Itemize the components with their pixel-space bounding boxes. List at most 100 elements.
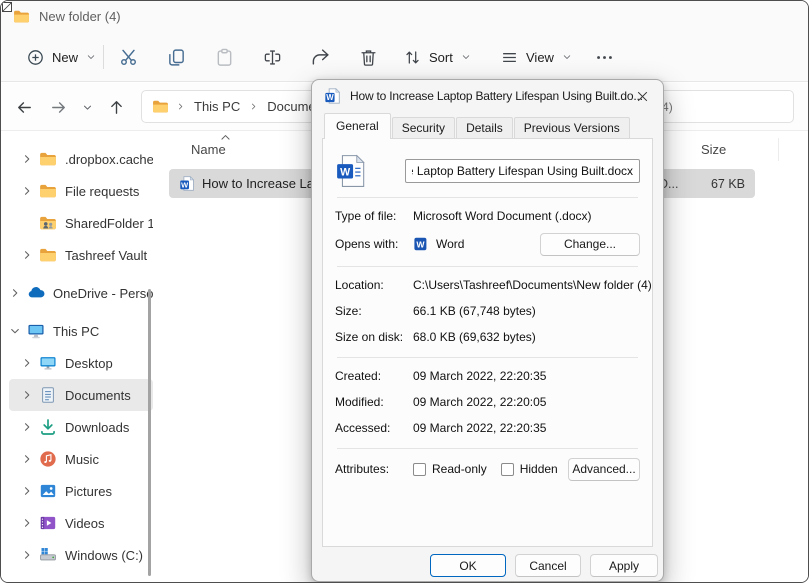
sidebar-item-label: Videos [65, 516, 105, 531]
ok-button[interactable]: OK [430, 554, 506, 577]
properties-dialog: How to Increase Laptop Battery Lifespan … [311, 79, 664, 582]
command-toolbar: New Sort View [1, 31, 808, 82]
sidebar-item-onedrive[interactable]: OneDrive - Perso [9, 277, 153, 309]
pictures-icon [39, 482, 57, 500]
window-titlebar: New folder (4) [1, 1, 808, 31]
chevron-right-icon[interactable] [21, 453, 33, 465]
window-title: New folder (4) [39, 9, 121, 24]
copy-button[interactable] [156, 40, 196, 74]
view-label: View [526, 50, 554, 65]
tab-previous-versions[interactable]: Previous Versions [514, 117, 630, 139]
dialog-titlebar: How to Increase Laptop Battery Lifespan … [312, 80, 663, 112]
sidebar-item-sharedfolder[interactable]: SharedFolder 1 [9, 207, 153, 239]
cut-button[interactable] [108, 40, 148, 74]
rename-icon [263, 48, 282, 67]
music-icon [39, 450, 57, 468]
sidebar-item-label: Pictures [65, 484, 112, 499]
tab-security[interactable]: Security [392, 117, 455, 139]
filename-input[interactable] [405, 159, 640, 183]
field-accessed: Accessed: 09 March 2022, 22:20:35 [335, 415, 640, 441]
sidebar-item-downloads[interactable]: Downloads [9, 411, 153, 443]
column-divider[interactable] [778, 138, 779, 161]
view-button[interactable]: View [493, 40, 580, 74]
chevron-down-icon[interactable] [9, 325, 21, 337]
videos-icon [39, 514, 57, 532]
back-arrow-icon [16, 99, 33, 116]
close-icon[interactable] [635, 89, 650, 104]
dialog-tabs: General Security Details Previous Versio… [312, 112, 663, 139]
sidebar-item-tashreef-vault[interactable]: Tashreef Vault [9, 239, 153, 271]
back-button[interactable] [9, 91, 39, 123]
chevron-down-icon [86, 52, 96, 62]
sidebar-item-desktop[interactable]: Desktop [9, 347, 153, 379]
change-button[interactable]: Change... [540, 233, 640, 256]
forward-button[interactable] [43, 91, 73, 123]
chevron-down-icon [461, 52, 471, 62]
readonly-checkbox[interactable] [413, 463, 426, 476]
field-value: 66.1 KB (67,748 bytes) [413, 304, 536, 318]
field-label: Size: [335, 304, 413, 318]
chevron-right-icon[interactable] [21, 249, 33, 261]
apply-button[interactable]: Apply [590, 554, 658, 577]
chevron-right-icon[interactable] [21, 549, 33, 561]
divider [337, 197, 638, 198]
share-icon [311, 48, 330, 67]
chevron-right-icon[interactable] [21, 421, 33, 433]
filename-row [335, 139, 640, 190]
field-value: C:\Users\Tashreef\Documents\New folder (… [413, 278, 652, 292]
sidebar-item-pictures[interactable]: Pictures [9, 475, 153, 507]
delete-button[interactable] [348, 40, 388, 74]
chevron-down-icon [82, 102, 93, 113]
sidebar-item-music[interactable]: Music [9, 443, 153, 475]
tab-general[interactable]: General [324, 113, 391, 139]
chevron-right-icon[interactable] [21, 185, 33, 197]
chevron-right-icon[interactable] [21, 389, 33, 401]
general-tab-panel: Type of file: Microsoft Word Document (.… [322, 138, 653, 547]
sidebar-item-videos[interactable]: Videos [9, 507, 153, 539]
sidebar-item-dropbox-cache[interactable]: .dropbox.cache [9, 143, 153, 175]
field-label: Created: [335, 369, 413, 383]
rename-button[interactable] [252, 40, 292, 74]
sidebar-item-file-requests[interactable]: File requests [9, 175, 153, 207]
sidebar-scrollbar[interactable] [148, 289, 151, 576]
chevron-right-icon[interactable] [21, 153, 33, 165]
field-label: Modified: [335, 395, 413, 409]
cancel-button[interactable]: Cancel [515, 554, 581, 577]
column-header-name[interactable]: Name [191, 142, 226, 157]
new-button[interactable]: New [17, 40, 106, 74]
field-label: Opens with: [335, 237, 413, 251]
forward-arrow-icon [50, 99, 67, 116]
new-button-label: New [52, 50, 78, 65]
advanced-button[interactable]: Advanced... [568, 458, 640, 481]
field-location: Location: C:\Users\Tashreef\Documents\Ne… [335, 272, 640, 298]
shared-folder-icon [39, 214, 57, 232]
trash-icon [359, 48, 378, 67]
sidebar-item-label: This PC [53, 324, 99, 339]
hidden-checkbox[interactable] [501, 463, 514, 476]
up-button[interactable] [101, 91, 131, 123]
sort-button[interactable]: Sort [396, 40, 479, 74]
chevron-right-icon[interactable] [21, 517, 33, 529]
sidebar-item-label: Tashreef Vault [65, 248, 147, 263]
more-options-button[interactable] [584, 40, 624, 74]
folder-icon [39, 150, 57, 168]
chevron-right-icon[interactable] [9, 287, 21, 299]
ellipsis-icon [595, 48, 614, 67]
sidebar-item-windows-c[interactable]: Windows (C:) [9, 539, 153, 571]
this-pc-monitor-icon [27, 322, 45, 340]
sidebar-item-documents[interactable]: Documents [9, 379, 153, 411]
share-button[interactable] [300, 40, 340, 74]
divider [337, 448, 638, 449]
field-label: Accessed: [335, 421, 413, 435]
chevron-right-icon[interactable] [21, 357, 33, 369]
column-header-size[interactable]: Size [701, 142, 726, 157]
sidebar-item-this-pc[interactable]: This PC [9, 315, 153, 347]
chevron-right-icon[interactable] [21, 485, 33, 497]
word-document-icon [335, 152, 369, 190]
field-opens-with: Opens with: Word Change... [335, 229, 640, 259]
field-modified: Modified: 09 March 2022, 22:20:05 [335, 389, 640, 415]
tab-details[interactable]: Details [456, 117, 513, 139]
sidebar-item-label: .dropbox.cache [65, 152, 153, 167]
breadcrumb-segment-this-pc[interactable]: This PC [192, 96, 242, 117]
recent-locations-button[interactable] [75, 91, 99, 123]
